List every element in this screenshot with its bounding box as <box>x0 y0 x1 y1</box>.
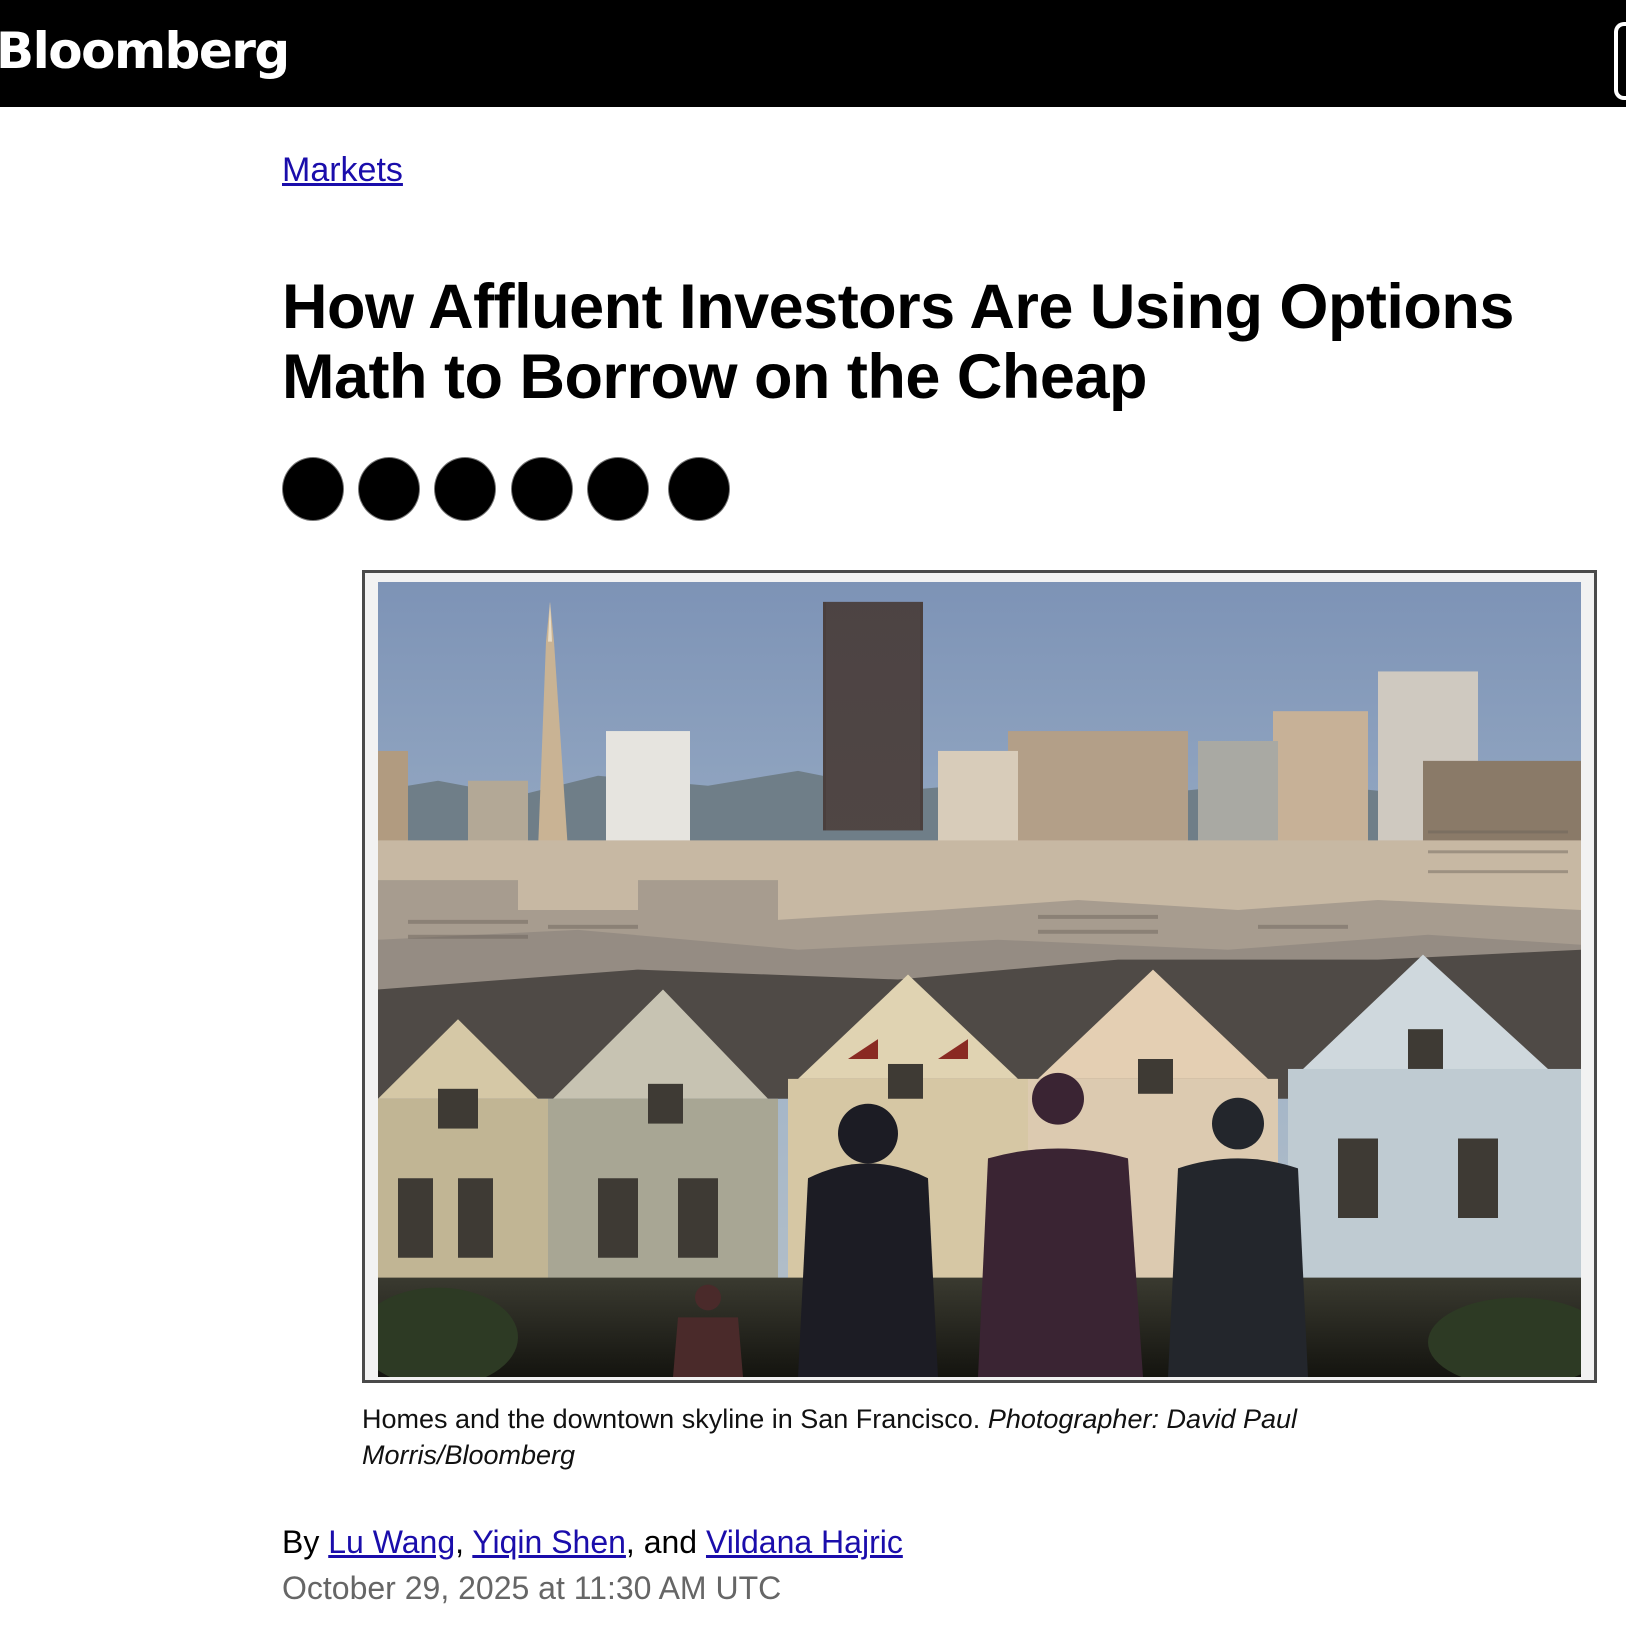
author-link-lu-wang[interactable]: Lu Wang <box>328 1524 455 1560</box>
share-button-3[interactable] <box>434 457 496 521</box>
menu-button-edge[interactable] <box>1614 22 1626 100</box>
byline-separator: , <box>455 1524 465 1560</box>
section-link-markets[interactable]: Markets <box>282 150 403 190</box>
article-headline: How Affluent Investors Are Using Options… <box>282 272 1514 412</box>
author-link-yiqin-shen[interactable]: Yiqin Shen <box>472 1524 626 1560</box>
share-button-4[interactable] <box>511 457 573 521</box>
article-image-frame <box>362 570 1597 1383</box>
caption-text: Homes and the downtown skyline in San Fr… <box>362 1404 981 1434</box>
image-caption: Homes and the downtown skyline in San Fr… <box>362 1401 1402 1473</box>
publish-date: October 29, 2025 at 11:30 AM UTC <box>282 1570 782 1606</box>
share-button-2[interactable] <box>358 457 420 521</box>
byline-prefix: By <box>282 1524 320 1560</box>
share-button-1[interactable] <box>282 457 344 521</box>
san-francisco-skyline-photo[interactable] <box>378 582 1581 1377</box>
bloomberg-logo[interactable]: Bloomberg <box>0 16 290 86</box>
share-button-6[interactable] <box>668 457 730 521</box>
byline-separator: , and <box>625 1524 698 1560</box>
byline: By Lu Wang, Yiqin Shen, and Vildana Hajr… <box>282 1522 903 1562</box>
author-link-vildana-hajric[interactable]: Vildana Hajric <box>706 1524 903 1560</box>
share-button-5[interactable] <box>587 457 649 521</box>
top-navigation-bar: Bloomberg <box>0 0 1626 107</box>
